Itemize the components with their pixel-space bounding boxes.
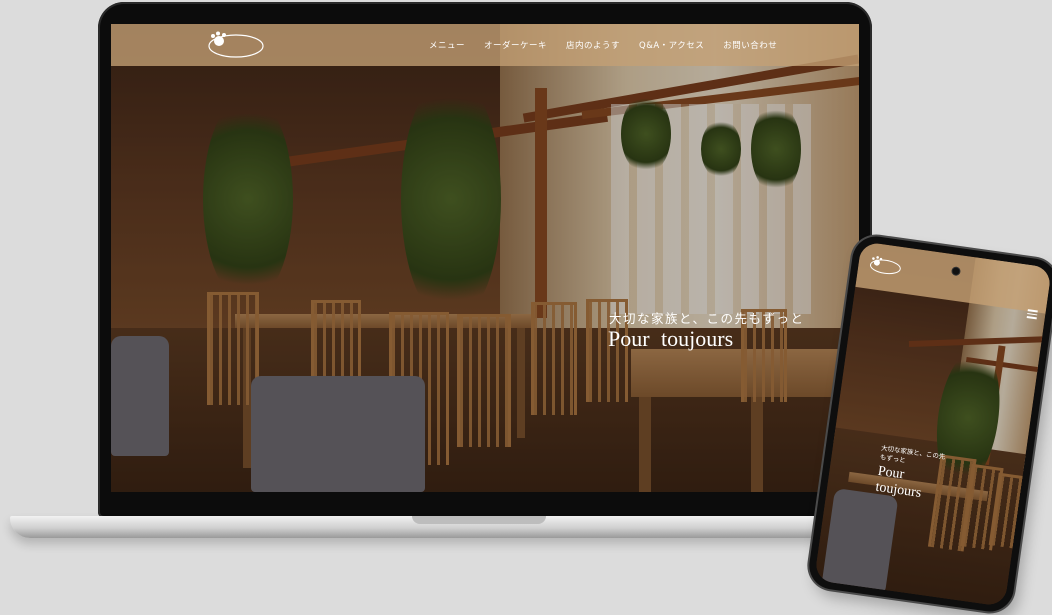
main-nav: メニュー オーダーケーキ 店内のようす Q&A・アクセス お問い合わせ (429, 39, 777, 51)
nav-item-contact[interactable]: お問い合わせ (723, 39, 777, 51)
site-header: メニュー オーダーケーキ 店内のようす Q&A・アクセス お問い合わせ (111, 24, 859, 66)
paw-logo-icon[interactable] (207, 31, 265, 59)
nav-item-menu[interactable]: メニュー (429, 39, 465, 51)
hero-tagline: 大切な家族と、この先もずっと (609, 311, 805, 326)
mobile-paw-logo-icon[interactable] (867, 255, 903, 278)
hero-title: Pour toujours (608, 326, 734, 351)
hamburger-menu-icon[interactable] (1026, 309, 1038, 319)
laptop-screen: メニュー オーダーケーキ 店内のようす Q&A・アクセス お問い合わせ 大切な家… (111, 24, 859, 492)
hero-background-photo (111, 24, 859, 492)
laptop-trackpad-notch (412, 516, 546, 524)
nav-item-qa-access[interactable]: Q&A・アクセス (639, 39, 704, 51)
nav-item-interior[interactable]: 店内のようす (566, 39, 620, 51)
nav-item-order-cake[interactable]: オーダーケーキ (484, 39, 547, 51)
